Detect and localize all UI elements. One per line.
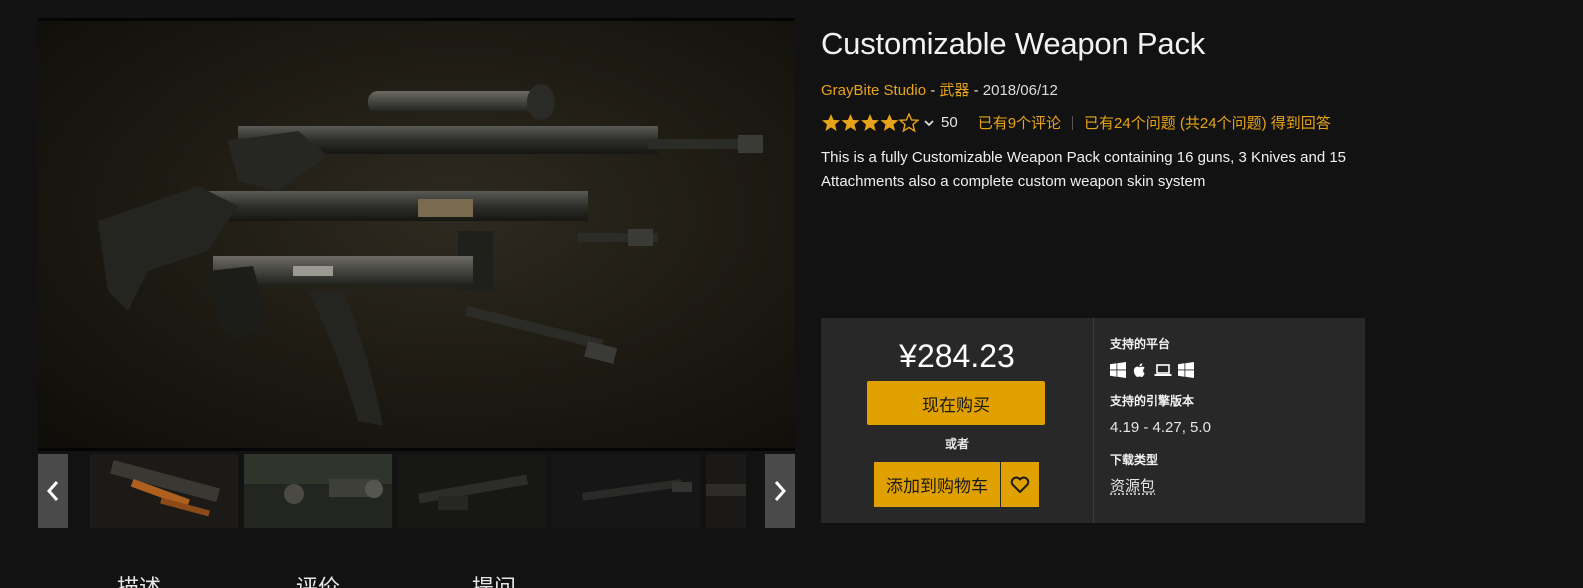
buy-now-button[interactable]: 现在购买: [867, 381, 1045, 425]
carousel-next-button[interactable]: [765, 454, 795, 528]
divider: [1093, 318, 1094, 523]
thumbnail-item[interactable]: [398, 454, 546, 528]
price: ¥284.23: [899, 338, 1015, 374]
thumbnail-image: [398, 454, 546, 528]
platform-icons: [1110, 362, 1194, 378]
weapons-illustration: [98, 84, 763, 426]
download-type-label: 下载类型: [1110, 453, 1159, 467]
product-title: Customizable Weapon Pack: [821, 26, 1206, 61]
tab-reviews[interactable]: 评价: [296, 570, 340, 588]
content-tabs: 描述 评价 提问: [0, 570, 1583, 588]
download-type-link[interactable]: 资源包: [1110, 475, 1155, 496]
star-rating[interactable]: 50: [821, 112, 958, 133]
thumbnail-item[interactable]: [244, 454, 392, 528]
thumbnail-image: [244, 454, 392, 528]
tab-description[interactable]: 描述: [117, 570, 161, 588]
thumbnail-image: [552, 454, 700, 528]
platforms-label: 支持的平台: [1110, 337, 1171, 351]
chevron-left-icon: [46, 481, 59, 501]
purchase-panel: ¥284.23 现在购买 或者 添加到购物车 支持的平台 支持的引擎版本 4.1…: [821, 318, 1365, 523]
meta-separator: -: [926, 82, 940, 99]
thumbnail-item[interactable]: [90, 454, 238, 528]
product-specs: 支持的平台 支持的引擎版本 4.19 - 4.27, 5.0 下载类型 资源包: [1110, 318, 1350, 523]
add-to-cart-button[interactable]: 添加到购物车: [874, 462, 1000, 507]
seller-link[interactable]: GrayBite Studio: [821, 82, 926, 99]
or-label: 或者: [944, 437, 969, 451]
chevron-down-icon: [924, 119, 934, 126]
product-meta: GrayBite Studio - 武器 - 2018/06/12: [821, 79, 1058, 100]
thumbnail-image: [90, 454, 238, 528]
wishlist-button[interactable]: [1001, 462, 1039, 507]
rating-row: 50 已有9个评论 已有24个问题 (共24个问题) 得到回答: [821, 112, 1331, 133]
apple-icon: [1133, 363, 1145, 377]
star-rating-icon: [822, 112, 919, 132]
release-date: 2018/06/12: [982, 82, 1058, 99]
windows-icon: [1110, 362, 1126, 378]
engine-version-value: 4.19 - 4.27, 5.0: [1110, 419, 1211, 436]
thumbnail-image: [706, 454, 746, 528]
reviews-link[interactable]: 已有9个评论: [978, 112, 1061, 133]
thumbnail-carousel: [38, 454, 795, 528]
questions-link[interactable]: 已有24个问题 (共24个问题) 得到回答: [1084, 112, 1331, 133]
windows-icon: [1178, 362, 1194, 378]
thumbnail-item[interactable]: [706, 454, 746, 528]
chevron-right-icon: [774, 481, 787, 501]
meta-separator: -: [969, 82, 983, 99]
main-product-image[interactable]: [38, 18, 795, 451]
engine-version-label: 支持的引擎版本: [1110, 394, 1195, 408]
divider: [1072, 115, 1074, 130]
linux-laptop-icon: [1154, 364, 1172, 376]
thumbnail-item[interactable]: [552, 454, 700, 528]
carousel-prev-button[interactable]: [38, 454, 68, 528]
category-link[interactable]: 武器: [939, 82, 969, 99]
purchase-actions: ¥284.23 现在购买 或者 添加到购物车: [821, 318, 1093, 523]
tab-questions[interactable]: 提问: [472, 570, 516, 588]
rating-count: 50: [941, 114, 958, 131]
product-page: Customizable Weapon Pack GrayBite Studio…: [0, 0, 1583, 588]
heart-icon: [1010, 476, 1030, 493]
product-description: This is a fully Customizable Weapon Pack…: [821, 149, 1347, 190]
